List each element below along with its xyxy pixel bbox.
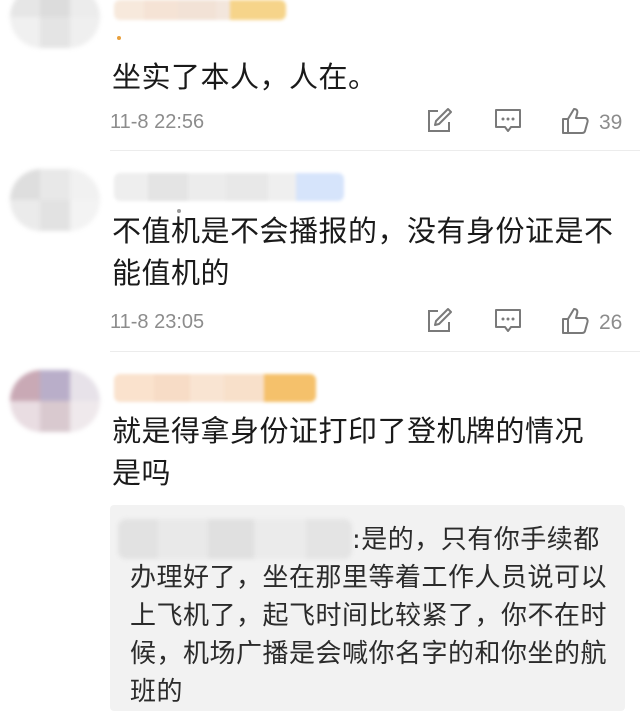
share-edit-icon[interactable] [424, 106, 454, 136]
comment-item: 不值机是不会播报的，没有身份证是不能值机的 11-8 23:05 26 [0, 151, 640, 351]
vip-dot [117, 36, 121, 40]
comment-text: 不值机是不会播报的，没有身份证是不能值机的 [112, 214, 614, 290]
comment-text: 就是得拿身份证打印了登机牌的情况是吗 [112, 414, 585, 490]
avatar[interactable] [10, 370, 100, 432]
like-count: 26 [599, 311, 623, 334]
reply-text: :是的，只有你手续都办理好了，坐在那里等着工作人员说可以上飞机了，起飞时间比较紧… [130, 521, 612, 711]
timestamp: 11-8 22:56 [110, 111, 205, 133]
username[interactable] [114, 0, 286, 20]
username[interactable] [114, 173, 344, 201]
timestamp: 11-8 23:05 [110, 311, 205, 333]
like-count: 39 [599, 111, 623, 134]
comment-item: 坐实了本人，人在。 11-8 22:56 39 [0, 0, 640, 150]
thumbs-up-icon[interactable] [560, 106, 590, 136]
username[interactable] [114, 374, 316, 402]
reply-box[interactable]: :是的，只有你手续都办理好了，坐在那里等着工作人员说可以上飞机了，起飞时间比较紧… [110, 505, 625, 711]
comment-icon[interactable] [493, 106, 523, 136]
comment-meta: 11-8 23:05 26 [110, 303, 630, 343]
avatar[interactable] [10, 169, 100, 231]
avatar[interactable] [10, 0, 100, 48]
comment-text: 坐实了本人，人在。 [112, 60, 378, 94]
share-edit-icon[interactable] [424, 306, 454, 336]
thumbs-up-icon[interactable] [560, 306, 590, 336]
comment-icon[interactable] [493, 306, 523, 336]
comment-meta: 11-8 22:56 39 [110, 103, 630, 143]
reply-text-content: :是的，只有你手续都办理好了，坐在那里等着工作人员说可以上飞机了，起飞时间比较紧… [130, 525, 608, 707]
